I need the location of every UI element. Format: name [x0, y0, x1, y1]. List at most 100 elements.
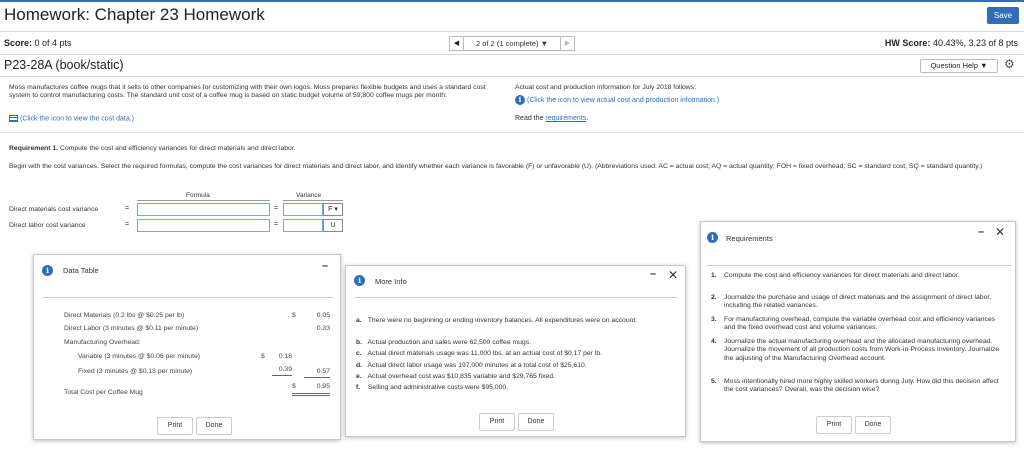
- equals-sign: =: [274, 221, 279, 228]
- more-info-popup: i More Info – ✕ a. There were no beginni…: [345, 265, 686, 437]
- requirements-link[interactable]: requirements: [545, 115, 586, 122]
- dt-value: 0.05: [316, 312, 330, 319]
- dl-fu-select[interactable]: U: [323, 219, 343, 232]
- equals-sign: =: [125, 205, 130, 212]
- dt-value: 0.33: [316, 325, 330, 332]
- divider: [355, 297, 677, 298]
- print-button[interactable]: Print: [479, 413, 515, 431]
- actual-info-link-text[interactable]: (Click the icon to view actual cost and …: [527, 97, 719, 104]
- dt-row-label: Manufacturing Overhead:: [64, 339, 141, 346]
- divider: [0, 31, 1024, 32]
- more-info-title: More Info: [375, 277, 407, 286]
- question-help-button[interactable]: Question Help ▼: [920, 59, 998, 73]
- dm-formula-input[interactable]: [137, 203, 270, 216]
- divider: [0, 132, 1024, 133]
- problem-description: Moss manufactures coffee mugs that it se…: [9, 84, 486, 100]
- divider: [707, 265, 1011, 266]
- requirements-title: Requirements: [726, 234, 773, 243]
- requirement-item: 5. Moss intentionally hired more highly s…: [711, 378, 999, 394]
- save-button[interactable]: Save: [987, 7, 1019, 24]
- header-rule: [283, 200, 343, 201]
- data-table-popup: i Data Table – Direct Materials (0.2 lbs…: [33, 254, 341, 440]
- cost-data-link[interactable]: (Click the icon to view the cost data.): [9, 115, 134, 122]
- equals-sign: =: [274, 205, 279, 212]
- instructions: Begin with the cost variances. Select th…: [9, 163, 983, 170]
- dl-variance-input[interactable]: [283, 219, 323, 232]
- more-info-item: e. Actual overhead cost was $10,835 vari…: [356, 373, 555, 380]
- dm-cost-variance-label: Direct materials cost variance: [9, 206, 99, 213]
- hw-score-value: 40.43%, 3.23 of 8 pts: [932, 38, 1018, 48]
- formula-header: Formula: [186, 192, 210, 199]
- read-requirements: Read the requirements.: [515, 115, 588, 122]
- header-rule: [137, 200, 270, 201]
- minimize-icon[interactable]: –: [978, 226, 984, 238]
- requirement-1-label: Requirement 1.: [9, 145, 59, 152]
- dm-fu-select[interactable]: F ▾: [323, 203, 343, 216]
- dt-value: 0.95: [316, 383, 330, 390]
- score: Score: 0 of 4 pts: [4, 38, 72, 48]
- more-info-item: b. Actual production and sales were 62,5…: [356, 339, 531, 346]
- actual-info-text: Actual cost and production information f…: [515, 84, 696, 91]
- question-selector[interactable]: 2 of 2 (1 complete) ▼: [463, 36, 561, 51]
- dt-row-label: Variable (3 minutes @ $0.06 per minute): [78, 353, 201, 360]
- dt-dollar: $: [292, 312, 296, 319]
- divider: [0, 54, 1024, 55]
- requirements-popup: i Requirements – ✕ 1. Compute the cost an…: [700, 221, 1016, 442]
- cost-data-link-text[interactable]: (Click the icon to view the cost data.): [20, 115, 134, 122]
- read-suffix: .: [586, 115, 589, 122]
- dt-value: 0.39: [278, 366, 292, 373]
- requirement-1: Requirement 1. Compute the cost and effi…: [9, 145, 296, 152]
- next-question-button[interactable]: ▶: [560, 36, 575, 51]
- info-icon: i: [707, 232, 718, 243]
- hw-score-label: HW Score:: [884, 38, 931, 48]
- double-underline: [292, 395, 330, 396]
- hw-score: HW Score: 40.43%, 3.23 of 8 pts: [885, 38, 1018, 48]
- score-label: Score:: [4, 38, 33, 48]
- done-button[interactable]: Done: [196, 417, 232, 435]
- dt-value: 0.57: [316, 368, 330, 375]
- done-button[interactable]: Done: [518, 413, 554, 431]
- print-button[interactable]: Print: [157, 417, 193, 435]
- info-icon: i: [42, 265, 53, 276]
- dt-dollar: $: [292, 383, 296, 390]
- divider: [43, 297, 333, 298]
- prev-question-button[interactable]: ◀: [449, 36, 464, 51]
- requirement-item: 3. For manufacturing overhead, compute th…: [711, 316, 996, 332]
- underline: [304, 377, 330, 378]
- dl-cost-variance-label: Direct labor cost variance: [9, 222, 86, 229]
- dt-row-label: Fixed (3 minutes @ $0.13 per minute): [78, 368, 193, 375]
- more-info-item: f. Selling and administrative costs were…: [356, 384, 509, 391]
- dt-dollar: $: [261, 353, 265, 360]
- close-icon[interactable]: ✕: [668, 268, 678, 282]
- gear-icon[interactable]: ⚙: [1004, 57, 1015, 71]
- dm-variance-input[interactable]: [283, 203, 323, 216]
- minimize-icon[interactable]: –: [650, 268, 656, 280]
- more-info-item: c. Actual direct materials usage was 11,…: [356, 350, 603, 357]
- homework-title: Homework: Chapter 23 Homework: [4, 5, 265, 24]
- dt-row-label: Total Cost per Coffee Mug: [64, 389, 143, 396]
- variance-header: Variance: [296, 192, 322, 199]
- read-prefix: Read the: [515, 115, 546, 122]
- info-icon: i: [354, 275, 365, 286]
- next-arrow-icon: ▶: [564, 40, 571, 47]
- more-info-item: a. There were no beginning or ending inv…: [356, 317, 638, 324]
- underline: [272, 375, 292, 376]
- dt-row-label: Direct Materials (0.2 lbs @ $0.25 per lb…: [64, 312, 185, 319]
- dt-row-label: Direct Labor (3 minutes @ $0.11 per minu…: [64, 325, 199, 332]
- divider: [0, 76, 1024, 77]
- table-icon[interactable]: [9, 115, 18, 122]
- top-accent-bar: [0, 0, 1024, 2]
- close-icon[interactable]: ✕: [995, 225, 1005, 239]
- dl-formula-input[interactable]: [137, 219, 270, 232]
- prev-arrow-icon: ◀: [453, 40, 460, 47]
- info-icon[interactable]: i: [515, 95, 525, 105]
- equals-sign: =: [125, 221, 130, 228]
- actual-info-link[interactable]: i (Click the icon to view actual cost and…: [515, 95, 719, 105]
- requirement-item: 1. Compute the cost and efficiency varian…: [711, 272, 960, 279]
- underline: [292, 393, 330, 394]
- score-value: 0 of 4 pts: [34, 38, 72, 48]
- dt-value: 0.18: [278, 353, 292, 360]
- done-button[interactable]: Done: [855, 416, 891, 434]
- print-button[interactable]: Print: [816, 416, 852, 434]
- minimize-icon[interactable]: –: [322, 260, 328, 272]
